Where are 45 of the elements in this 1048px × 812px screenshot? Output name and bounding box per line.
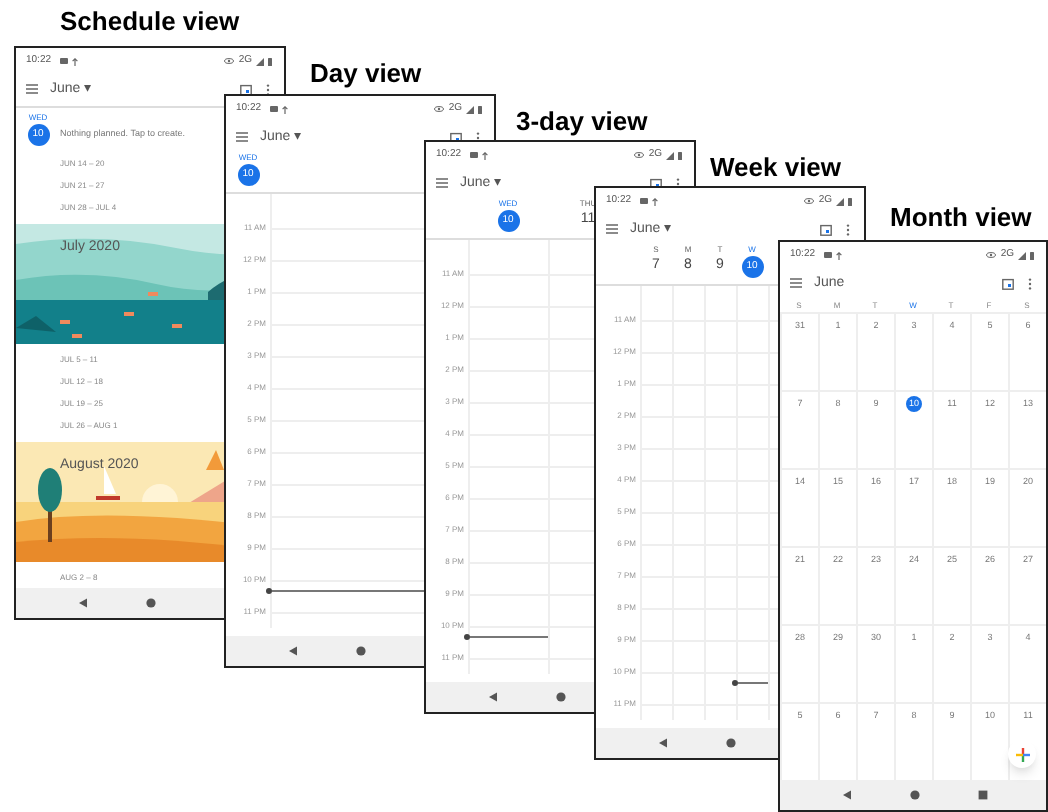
eye-icon — [804, 198, 815, 204]
signal-icon — [466, 105, 474, 113]
back-icon[interactable] — [842, 790, 852, 800]
recents-icon[interactable] — [978, 790, 988, 800]
message-icon — [469, 152, 478, 158]
antenna-icon — [651, 197, 658, 205]
caption: Week view — [710, 154, 842, 180]
home-icon[interactable] — [726, 738, 736, 748]
menu-icon[interactable] — [26, 84, 38, 94]
antenna-icon — [281, 105, 288, 113]
signal-icon — [836, 197, 844, 205]
menu-icon[interactable] — [606, 224, 618, 234]
eye-icon — [224, 58, 235, 64]
antenna-icon — [835, 251, 842, 259]
add-button[interactable] — [1008, 740, 1036, 768]
eye-icon — [434, 106, 445, 112]
caption: Day view — [310, 60, 422, 86]
home-icon[interactable] — [910, 790, 920, 800]
menu-icon[interactable] — [790, 278, 802, 288]
signal-icon — [666, 151, 674, 159]
caption: Schedule view — [60, 8, 240, 34]
message-icon — [269, 106, 278, 112]
antenna-icon — [71, 57, 78, 65]
signal-icon — [1018, 251, 1026, 259]
signal-icon — [256, 57, 264, 65]
back-icon[interactable] — [488, 692, 498, 702]
back-icon[interactable] — [288, 646, 298, 656]
antenna-icon — [481, 151, 488, 159]
home-icon[interactable] — [146, 598, 156, 608]
caption: Month view — [890, 204, 1032, 230]
caption: 3-day view — [516, 108, 648, 134]
current-time-line — [464, 634, 548, 640]
current-time-line — [732, 680, 768, 686]
home-icon[interactable] — [356, 646, 366, 656]
eye-icon — [634, 152, 645, 158]
menu-icon[interactable] — [236, 132, 248, 142]
back-icon[interactable] — [658, 738, 668, 748]
message-icon — [823, 252, 832, 258]
plus-icon — [1015, 747, 1029, 761]
menu-icon[interactable] — [436, 178, 448, 188]
eye-icon — [986, 252, 997, 258]
message-icon — [639, 198, 648, 204]
message-icon — [59, 58, 68, 64]
back-icon[interactable] — [78, 598, 88, 608]
home-icon[interactable] — [556, 692, 566, 702]
